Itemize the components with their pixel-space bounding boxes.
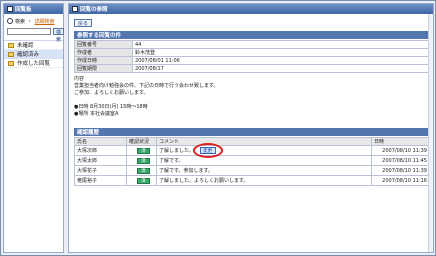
- comment-text: 了解しました。: [159, 148, 195, 154]
- detail-value: 2007/08/01 11:06: [132, 56, 430, 65]
- detail-key: 回覧期限: [74, 64, 133, 73]
- detail-value: 2007/08/17: [132, 64, 430, 73]
- search-row: 検索 ・ 詳細検索: [4, 14, 63, 26]
- cell-date: 2007/08/10 11:45: [371, 155, 430, 166]
- board-icon: [7, 6, 13, 12]
- advanced-search-link[interactable]: 詳細検索: [35, 18, 55, 25]
- detail-key: 作成者: [74, 48, 133, 57]
- folder-icon: [8, 51, 14, 57]
- table-row: 大塚太郎 済 了解です。 2007/08/10 11:45: [74, 155, 430, 166]
- table-row: 竜尾裕子 済 了解しました。よろしくお願いします。 2007/08/10 11:…: [74, 175, 430, 186]
- folder-icon: [8, 60, 14, 66]
- tree-item-label: 確認済み: [17, 52, 40, 58]
- left-panel: 回覧板 検索 ・ 詳細検索 検索 未確認 確認済み 作成した回覧: [3, 3, 65, 253]
- detail-key: 作成日時: [74, 56, 133, 65]
- content-label: 内容: [74, 76, 85, 82]
- table-row: 大塚花子 済 了解です。参加します。 2007/08/10 11:39: [74, 165, 430, 176]
- content-line: ●場所 本社会議室A: [74, 111, 119, 117]
- main-panel-header: 回覧の参照: [69, 4, 433, 14]
- search-label: 検索: [15, 18, 26, 25]
- cell-name: 大塚太郎: [74, 155, 127, 166]
- col-status: 確認状況: [126, 137, 157, 146]
- tree-item-created[interactable]: 作成した回覧: [4, 59, 63, 68]
- col-comment: コメント: [156, 137, 372, 146]
- detail-row: 作成者 鈴木茂登: [74, 48, 430, 57]
- details-table: 回覧番号 44 作成者 鈴木茂登 作成日時 2007/08/01 11:06 回…: [74, 40, 430, 73]
- change-wrap: 変更: [192, 143, 223, 158]
- tree-item-label: 未確認: [17, 43, 34, 49]
- status-badge: 済: [137, 157, 150, 164]
- cell-status: 済: [126, 175, 157, 186]
- cell-status: 済: [126, 155, 157, 166]
- cell-comment: 了解しました。よろしくお願いします。: [156, 175, 372, 186]
- col-name: 氏名: [74, 137, 127, 146]
- folder-tree: 未確認 確認済み 作成した回覧: [4, 40, 63, 68]
- content-line: [74, 97, 430, 104]
- vertical-scrollbar[interactable]: [428, 14, 433, 252]
- page-title: 回覧の参照: [80, 7, 108, 13]
- left-panel-header: 回覧板: [4, 4, 63, 14]
- cell-date: 2007/08/10 11:39: [371, 165, 430, 176]
- left-panel-title: 回覧板: [15, 7, 32, 13]
- content-line: ご参加、よろしくお願いします。: [74, 90, 149, 96]
- cell-date: 2007/08/10 11:39: [371, 145, 430, 156]
- tree-item-confirmed[interactable]: 確認済み: [4, 50, 63, 59]
- detail-row: 回覧番号 44: [74, 40, 430, 49]
- cell-status: 済: [126, 145, 157, 156]
- back-button[interactable]: 戻る: [74, 19, 92, 27]
- content-area: 内容 営業担当者向け勉強会の件、下記の日時で行う会わせ致します。 ご参加、よろし…: [74, 76, 430, 128]
- status-badge: 済: [137, 147, 150, 154]
- col-date: 日時: [371, 137, 430, 146]
- tree-item-label: 作成した回覧: [17, 61, 51, 67]
- separator: ・: [27, 19, 33, 25]
- detail-key: 回覧番号: [74, 40, 133, 49]
- content-line: 営業担当者向け勉強会の件、下記の日時で行う会わせ致します。: [74, 83, 219, 89]
- history-table: 氏名 確認状況 コメント 日時 大塚次郎 済 了解しました。 変更 2007/0…: [74, 137, 430, 186]
- detail-row: 回覧期限 2007/08/17: [74, 64, 430, 73]
- status-badge: 済: [137, 177, 150, 184]
- cell-comment: 了解です。参加します。: [156, 165, 372, 176]
- search-input[interactable]: [7, 28, 51, 35]
- history-header-row: 氏名 確認状況 コメント 日時: [74, 137, 430, 146]
- search-button[interactable]: 検索: [53, 28, 65, 43]
- cell-status: 済: [126, 165, 157, 176]
- main-panel: 回覧の参照 戻る 参照する回覧の件 回覧番号 44 作成者 鈴木茂登 作成日時 …: [68, 3, 434, 253]
- cell-comment: 了解です。: [156, 155, 372, 166]
- search-input-row: 検索: [4, 26, 65, 43]
- history-section-header: 確認履歴: [74, 128, 430, 136]
- details-section-header: 参照する回覧の件: [74, 31, 430, 39]
- history-section-title: 確認履歴: [77, 130, 100, 136]
- cell-date: 2007/08/10 11:16: [371, 175, 430, 186]
- detail-value: 44: [132, 40, 430, 49]
- details-section-title: 参照する回覧の件: [77, 33, 122, 39]
- cell-name: 竜尾裕子: [74, 175, 127, 186]
- table-row: 大塚次郎 済 了解しました。 変更 2007/08/10 11:39: [74, 143, 430, 158]
- detail-value: 鈴木茂登: [132, 48, 430, 57]
- content-line: ●日時 8月30日(月) 15時～18時: [74, 104, 148, 110]
- cell-name: 大塚花子: [74, 165, 127, 176]
- status-badge: 済: [137, 167, 150, 174]
- search-icon: [7, 18, 13, 24]
- folder-icon: [8, 42, 14, 48]
- cell-comment: 了解しました。 変更: [156, 143, 372, 158]
- detail-row: 作成日時 2007/08/01 11:06: [74, 56, 430, 65]
- highlight-circle: [192, 143, 223, 158]
- cell-name: 大塚次郎: [74, 145, 127, 156]
- tree-item-unconfirmed[interactable]: 未確認: [4, 41, 63, 50]
- app-window: 回覧板 検索 ・ 詳細検索 検索 未確認 確認済み 作成した回覧 回覧の参照 戻…: [0, 0, 436, 256]
- board-icon: [72, 6, 78, 12]
